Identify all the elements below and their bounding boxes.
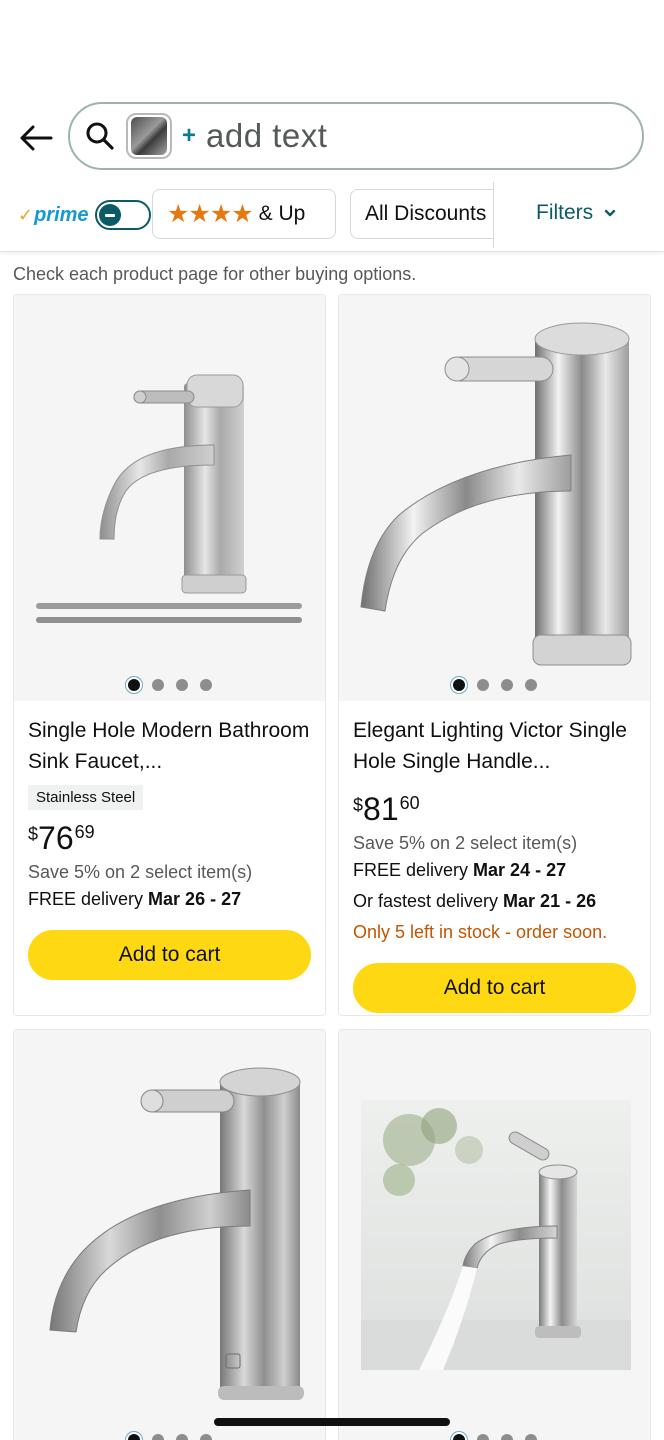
image-carousel-dots[interactable] [339,679,650,691]
delivery-dates: Mar 24 - 27 [473,860,567,880]
image-search-thumbnail[interactable] [126,113,172,159]
fastest-delivery-info: Or fastest delivery Mar 21 - 26 [353,891,636,912]
search-icon[interactable] [84,120,116,152]
carousel-dot[interactable] [476,1434,489,1440]
product-image[interactable] [339,295,650,701]
chevron-down-icon [604,209,616,217]
product-title[interactable]: Single Hole Modern Bathroom Sink Faucet,… [28,715,311,777]
product-image[interactable] [14,1030,325,1440]
carousel-dot[interactable] [452,1434,465,1440]
buying-options-note: Check each product page for other buying… [13,264,417,284]
fastest-delivery-prefix: Or fastest delivery [353,891,504,911]
rating-filter-chip[interactable]: ★★★★ & Up [152,189,336,239]
delivery-dates: Mar 26 - 27 [148,889,242,909]
faucet-image [360,322,632,666]
material-badge: Stainless Steel [28,785,144,810]
product-title[interactable]: Elegant Lighting Victor Single Hole Sing… [353,715,636,777]
search-bar[interactable]: + add text [68,102,644,170]
fastest-delivery-dates: Mar 21 - 26 [503,891,597,911]
product-price: $ 81 60 [353,791,636,827]
carousel-dot[interactable] [151,679,164,691]
add-to-cart-button[interactable]: Add to cart [28,930,311,980]
carousel-dot[interactable] [175,1434,188,1440]
filter-bar: ✓ prime ★★★★ & Up All Discounts Filters [0,182,664,252]
product-card[interactable]: Elegant Lighting Victor Single Hole Sing… [338,294,651,1016]
back-arrow-icon [20,125,53,151]
product-card[interactable]: Single Hole Modern Bathroom Sink Faucet,… [13,294,326,1016]
price-whole: 76 [38,820,74,856]
carousel-dot[interactable] [199,1434,212,1440]
carousel-dot[interactable] [199,679,212,691]
prime-check-icon: ✓ [18,204,34,225]
carousel-dot[interactable] [151,1434,164,1440]
add-to-cart-button[interactable]: Add to cart [353,963,636,1013]
carousel-dot[interactable] [476,679,489,691]
faucet-lifestyle-image [361,1100,631,1370]
image-carousel-dots[interactable] [14,679,325,691]
carousel-dot[interactable] [524,679,537,691]
prime-filter[interactable]: ✓ prime [18,200,151,230]
rating-filter-label: & Up [258,202,306,225]
faucet-image [36,374,302,623]
price-whole: 81 [363,791,399,827]
product-price: $ 76 69 [28,820,311,856]
image-carousel-dots[interactable] [14,1434,325,1440]
back-button[interactable] [14,118,58,158]
search-input[interactable]: add text [206,117,327,155]
price-fraction: 60 [399,793,420,813]
save-offer: Save 5% on 2 select item(s) [353,833,578,853]
carousel-dot[interactable] [500,679,513,691]
carousel-dot[interactable] [524,1434,537,1440]
delivery-prefix: FREE delivery [353,860,474,880]
prime-logo: prime [34,203,89,226]
carousel-dot[interactable] [452,679,465,691]
delivery-prefix: FREE delivery [28,889,149,909]
product-image[interactable] [339,1030,650,1440]
carousel-dot[interactable] [500,1434,513,1440]
faucet-image [49,1067,304,1400]
carousel-dot[interactable] [127,1434,140,1440]
filter-divider [493,182,494,248]
price-symbol: $ [28,824,39,844]
star-rating-icon: ★★★★ [167,200,254,228]
delivery-info: FREE delivery Mar 24 - 27 [353,860,636,881]
faucet-photo-thumbnail [131,117,167,155]
filters-label: Filters [536,201,594,224]
toggle-knob [98,204,121,226]
carousel-dot[interactable] [175,679,188,691]
add-text-plus[interactable]: + [182,122,196,150]
home-indicator[interactable] [214,1418,450,1426]
product-card[interactable] [13,1029,326,1440]
status-bar-area [0,0,664,96]
image-carousel-dots[interactable] [339,1434,650,1440]
product-image[interactable] [14,295,325,701]
price-symbol: $ [353,795,364,815]
delivery-info: FREE delivery Mar 26 - 27 [28,889,311,910]
save-offer: Save 5% on 2 select item(s) [28,862,253,882]
stock-warning: Only 5 left in stock - order soon. [353,922,608,942]
product-card[interactable] [338,1029,651,1440]
carousel-dot[interactable] [127,679,140,691]
discounts-filter-chip[interactable]: All Discounts [350,189,494,239]
prime-toggle[interactable] [94,200,151,230]
filters-button[interactable]: Filters [536,201,617,225]
price-fraction: 69 [74,822,95,842]
